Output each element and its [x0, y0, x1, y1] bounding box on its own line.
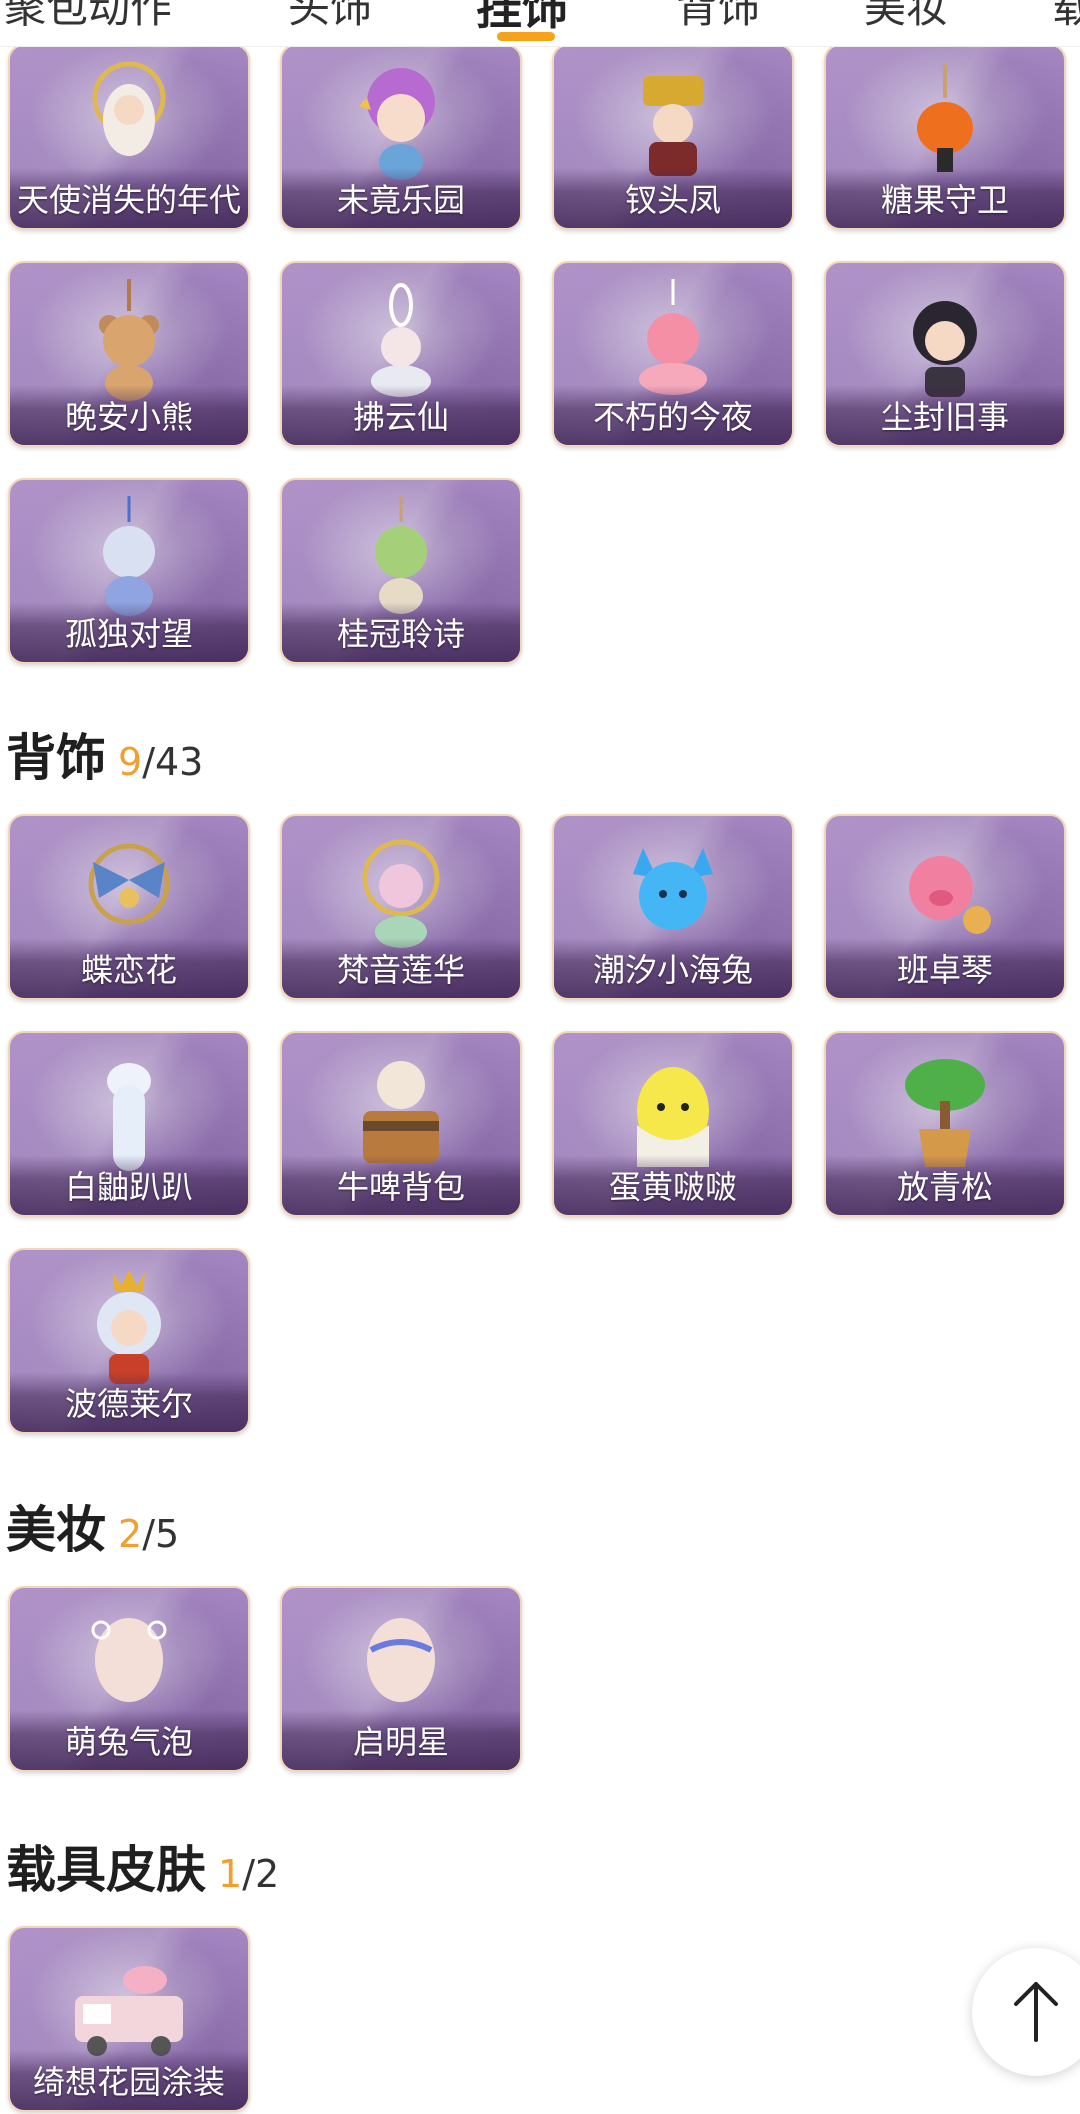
item-card[interactable]: 蝶恋花 — [8, 814, 250, 1000]
item-name: 未竟乐园 — [336, 181, 465, 219]
item-card[interactable]: 白鼬趴趴 — [8, 1031, 250, 1217]
item-card[interactable]: 尘封旧事 — [824, 261, 1066, 447]
item-card[interactable]: 未竟乐园 — [280, 44, 522, 230]
item-card[interactable]: 萌兔气泡 — [8, 1586, 250, 1772]
item-name: 天使消失的年代 — [16, 181, 241, 219]
owned-count: 1 — [218, 1852, 243, 1896]
owned-count: 9 — [118, 740, 143, 784]
total-count: /43 — [142, 740, 204, 784]
tab-headwear[interactable]: 头饰 — [288, 0, 372, 38]
section-title: 载具皮肤 — [6, 1841, 206, 1899]
tab-emotes[interactable]: 聚包动作 — [4, 0, 172, 38]
item-name: 晚安小熊 — [64, 398, 193, 436]
item-name: 孤独对望 — [64, 615, 193, 653]
pendants-grid: 天使消失的年代 未竟乐园 钗头凤 糖果守卫 晚安小熊 拂云仙 不朽的今夜 尘封旧… — [8, 44, 1066, 664]
owned-count: 2 — [118, 1512, 143, 1556]
item-card[interactable]: 波德莱尔 — [8, 1248, 250, 1434]
tab-makeup[interactable]: 美妆 — [864, 0, 948, 38]
item-card[interactable]: 梵音莲华 — [280, 814, 522, 1000]
item-name: 萌兔气泡 — [64, 1723, 193, 1761]
total-count: /2 — [242, 1852, 280, 1896]
item-name: 尘封旧事 — [880, 398, 1009, 436]
section-count: 1/2 — [218, 1852, 279, 1896]
item-card[interactable]: 糖果守卫 — [824, 44, 1066, 230]
item-name: 潮汐小海兔 — [592, 951, 753, 989]
collection-page: 聚包动作 头饰 挂饰 背饰 美妆 载 天使消失的年代 未竟乐园 钗头凤 糖果守卫… — [0, 0, 1080, 2114]
item-card[interactable]: 潮汐小海兔 — [552, 814, 794, 1000]
arrow-up-icon — [1014, 1982, 1058, 2042]
section-header-makeup: 美妆 2/5 — [6, 1490, 179, 1560]
section-count: 9/43 — [118, 740, 203, 784]
item-name: 启明星 — [352, 1723, 449, 1761]
item-name: 蛋黄啵啵 — [608, 1168, 737, 1206]
item-card[interactable]: 不朽的今夜 — [552, 261, 794, 447]
tab-vehicle[interactable]: 载 — [1052, 0, 1080, 38]
item-name: 放青松 — [896, 1168, 993, 1206]
item-card[interactable]: 启明星 — [280, 1586, 522, 1772]
back-accessories-grid: 蝶恋花 梵音莲华 潮汐小海兔 班卓琴 白鼬趴趴 牛啤背包 蛋黄啵啵 放青松 波德… — [8, 814, 1066, 1434]
total-count: /5 — [142, 1512, 180, 1556]
item-card[interactable]: 晚安小熊 — [8, 261, 250, 447]
tab-back-accessories[interactable]: 背饰 — [676, 0, 760, 38]
section-header-back-accessories: 背饰 9/43 — [6, 718, 203, 788]
item-name: 桂冠聆诗 — [336, 615, 465, 653]
makeup-grid: 萌兔气泡 启明星 — [8, 1586, 1066, 1772]
item-name: 白鼬趴趴 — [64, 1168, 193, 1206]
item-name: 不朽的今夜 — [592, 398, 753, 436]
section-count: 2/5 — [118, 1512, 179, 1556]
item-name: 梵音莲华 — [336, 951, 465, 989]
item-name: 钗头凤 — [624, 181, 721, 219]
category-tab-bar: 聚包动作 头饰 挂饰 背饰 美妆 载 — [0, 0, 1080, 47]
item-card[interactable]: 蛋黄啵啵 — [552, 1031, 794, 1217]
item-name: 糖果守卫 — [880, 181, 1009, 219]
section-header-vehicle-skins: 载具皮肤 1/2 — [6, 1830, 279, 1900]
item-card[interactable]: 孤独对望 — [8, 478, 250, 664]
vehicle-skins-grid: 绮想花园涂装 — [8, 1926, 1066, 2112]
item-name: 牛啤背包 — [336, 1168, 465, 1206]
item-name: 波德莱尔 — [64, 1385, 193, 1423]
item-card[interactable]: 拂云仙 — [280, 261, 522, 447]
section-title: 美妆 — [6, 1501, 106, 1559]
item-card[interactable]: 班卓琴 — [824, 814, 1066, 1000]
item-card[interactable]: 牛啤背包 — [280, 1031, 522, 1217]
item-name: 班卓琴 — [896, 951, 993, 989]
section-title: 背饰 — [6, 729, 106, 787]
item-card[interactable]: 桂冠聆诗 — [280, 478, 522, 664]
active-tab-indicator — [497, 32, 555, 41]
item-card[interactable]: 钗头凤 — [552, 44, 794, 230]
item-card[interactable]: 绮想花园涂装 — [8, 1926, 250, 2112]
item-name: 拂云仙 — [352, 398, 449, 436]
item-card[interactable]: 放青松 — [824, 1031, 1066, 1217]
item-name: 蝶恋花 — [80, 951, 177, 989]
item-card[interactable]: 天使消失的年代 — [8, 44, 250, 230]
item-name: 绮想花园涂装 — [32, 2063, 225, 2101]
